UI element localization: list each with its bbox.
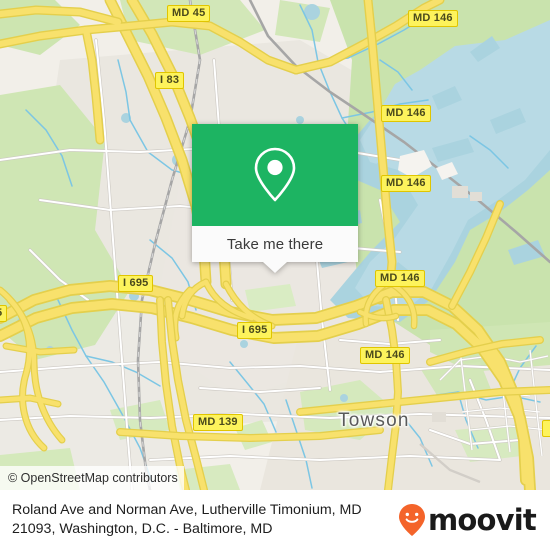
shield-md-146-top[interactable]: MD 146 [408,10,458,27]
shield-md-146-lower[interactable]: MD 146 [375,270,425,287]
shield-i-695-left[interactable]: I 695 [118,275,154,292]
take-me-there-label: Take me there [226,235,324,253]
moovit-wordmark: moovit [428,502,537,537]
shield-md-146-bottom[interactable]: MD 146 [360,347,410,364]
shield-md-146-mid[interactable]: MD 146 [381,175,431,192]
moovit-smiley-pin-icon [399,504,426,536]
shield-md-146-upper[interactable]: MD 146 [381,105,431,122]
callout-pin-panel [192,124,358,226]
place-label-towson: Towson [338,410,410,431]
shield-i-83[interactable]: I 83 [155,72,185,89]
destination-callout-card[interactable]: Take me there [192,124,358,273]
callout-tail-pointer [263,262,287,273]
shield-md-139[interactable]: MD 139 [193,414,243,431]
callout-action-bar[interactable]: Take me there [192,226,358,273]
map-canvas[interactable]: MD 45 MD 146 I 83 MD 146 MD 146 I 695 MD… [0,0,550,490]
shield-i-695-center[interactable]: I 695 [237,322,273,339]
shield-clipped-right[interactable] [542,420,550,437]
moovit-brand-logo[interactable]: moovit [397,502,537,537]
shield-md-45[interactable]: MD 45 [167,5,211,22]
shield-i-695-clipped-left[interactable]: 5 [0,305,8,322]
attribution-text: © OpenStreetMap contributors [8,471,178,485]
location-caption: Roland Ave and Norman Ave, Lutherville T… [12,502,362,537]
moovit-map-screenshot: MD 45 MD 146 I 83 MD 146 MD 146 I 695 MD… [0,0,550,550]
footer-bar: Roland Ave and Norman Ave, Lutherville T… [0,490,550,550]
location-pin-icon [254,147,296,202]
map-attribution[interactable]: © OpenStreetMap contributors [0,466,184,490]
